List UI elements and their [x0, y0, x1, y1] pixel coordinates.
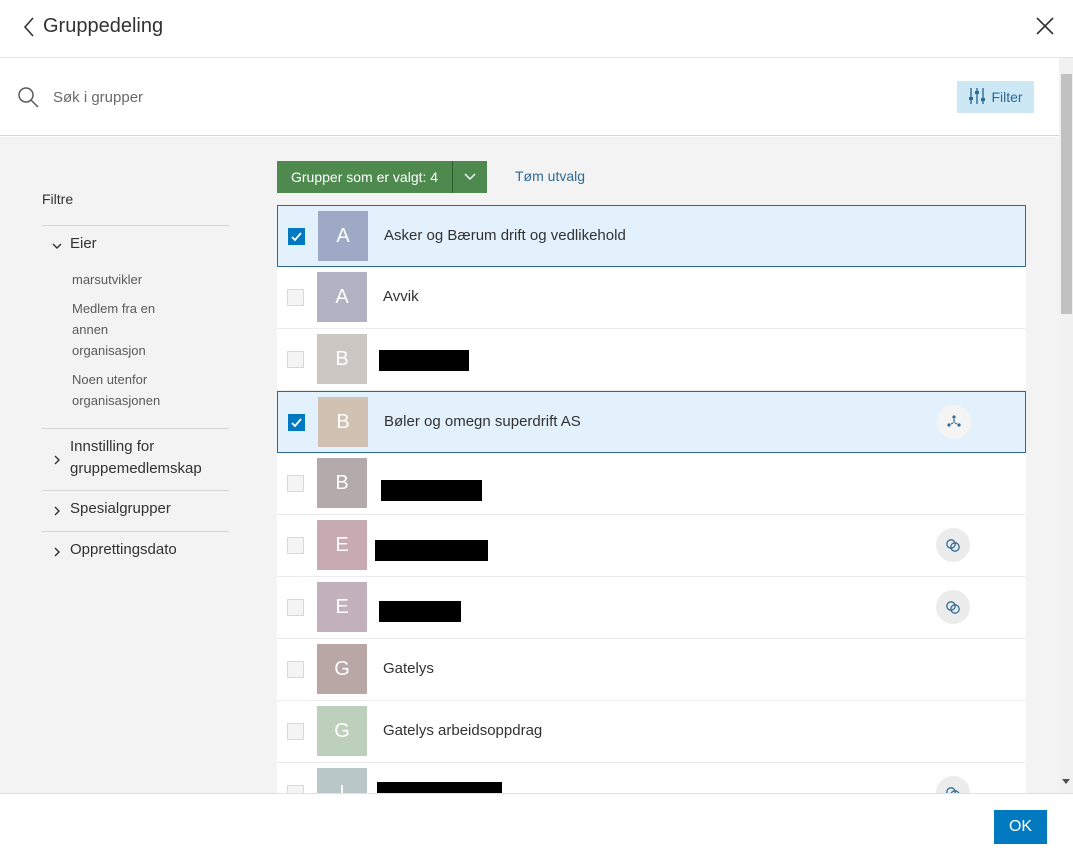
search-icon: [16, 85, 40, 109]
group-row[interactable]: B: [277, 329, 1026, 391]
redacted-name: [381, 480, 482, 501]
filter-section-eier[interactable]: Eier: [42, 233, 229, 255]
group-checkbox[interactable]: [287, 537, 304, 554]
group-checkbox[interactable]: [287, 723, 304, 740]
search-bar: Filter: [0, 58, 1059, 136]
scroll-down-arrow-icon[interactable]: [1062, 779, 1070, 784]
partnered-collab-icon: [937, 405, 971, 439]
filter-section-label: Opprettingsdato: [70, 541, 177, 558]
filter-button[interactable]: Filter: [957, 81, 1034, 113]
group-name: Asker og Bærum drift og vedlikehold: [384, 227, 626, 244]
chevron-right-icon: [51, 453, 63, 465]
selected-groups-dropdown[interactable]: [452, 161, 488, 193]
redacted-name: [375, 540, 488, 561]
group-thumbnail: B: [318, 397, 368, 447]
selection-controls: Grupper som er valgt: 4: [277, 161, 488, 193]
group-checkbox[interactable]: [288, 414, 305, 431]
group-checkbox[interactable]: [287, 599, 304, 616]
main-content: Filtre Eier marsutvikler Medlem fra en a…: [0, 137, 1059, 793]
group-row[interactable]: G Gatelys: [277, 639, 1026, 701]
filter-button-label: Filter: [991, 89, 1023, 105]
group-thumbnail: A: [318, 211, 368, 261]
search-input[interactable]: [53, 84, 913, 110]
group-name: Avvik: [383, 288, 419, 305]
group-row[interactable]: B Bøler og omegn superdrift AS: [277, 391, 1026, 453]
shared-update-icon: [936, 528, 970, 562]
group-thumbnail: E: [317, 520, 367, 570]
group-thumbnail: E: [317, 582, 367, 632]
dialog-footer: OK: [0, 793, 1073, 855]
group-thumbnail: B: [317, 334, 367, 384]
shared-update-icon: [936, 590, 970, 624]
filters-title: Filtre: [42, 191, 74, 207]
redacted-name: [379, 350, 469, 371]
filter-section-membership[interactable]: Innstilling for gruppemedlemskap: [42, 436, 229, 480]
filter-section-label: Innstilling for gruppemedlemskap: [70, 438, 202, 477]
group-thumbnail: G: [317, 706, 367, 756]
divider: [42, 490, 229, 491]
group-thumbnail: G: [317, 644, 367, 694]
group-row[interactable]: G Gatelys arbeidsoppdrag: [277, 701, 1026, 763]
group-checkbox[interactable]: [288, 228, 305, 245]
chevron-down-icon: [463, 170, 477, 185]
group-row[interactable]: E: [277, 515, 1026, 577]
close-icon[interactable]: [1032, 13, 1058, 39]
selected-groups-button[interactable]: Grupper som er valgt: 4: [277, 161, 453, 193]
redacted-name: [377, 782, 502, 793]
filter-option-other-org[interactable]: Medlem fra en annen organisasjon: [72, 298, 172, 361]
shared-update-icon: [936, 776, 970, 793]
group-name: Bøler og omegn superdrift AS: [384, 413, 581, 430]
group-row[interactable]: E: [277, 577, 1026, 639]
group-checkbox[interactable]: [287, 785, 304, 793]
group-checkbox[interactable]: [287, 475, 304, 492]
group-row[interactable]: I: [277, 763, 1026, 793]
scrollbar[interactable]: [1059, 58, 1073, 793]
back-icon[interactable]: [20, 14, 40, 40]
ok-button[interactable]: OK: [994, 810, 1047, 844]
group-thumbnail: A: [317, 272, 367, 322]
clear-selection-link[interactable]: Tøm utvalg: [515, 168, 585, 184]
chevron-down-icon: [51, 239, 63, 251]
filter-option-outside-org[interactable]: Noen utenfor organisasjonen: [72, 369, 192, 411]
group-thumbnail: B: [317, 458, 367, 508]
filter-section-label: Eier: [70, 235, 97, 252]
divider: [42, 531, 229, 532]
group-thumbnail: I: [317, 768, 367, 793]
redacted-name: [379, 601, 461, 622]
filter-section-created[interactable]: Opprettingsdato: [42, 539, 229, 561]
group-checkbox[interactable]: [287, 661, 304, 678]
sliders-icon: [968, 87, 986, 108]
group-name: Gatelys arbeidsoppdrag: [383, 722, 543, 739]
group-name: Gatelys: [383, 660, 434, 677]
filter-section-label: Spesialgrupper: [70, 500, 171, 517]
group-row[interactable]: A Asker og Bærum drift og vedlikehold: [277, 205, 1026, 267]
chevron-right-icon: [51, 504, 63, 516]
divider: [42, 225, 229, 226]
group-row[interactable]: B: [277, 453, 1026, 515]
scrollbar-thumb[interactable]: [1061, 74, 1072, 314]
group-row[interactable]: A Avvik: [277, 267, 1026, 329]
filter-section-special[interactable]: Spesialgrupper: [42, 498, 229, 520]
divider: [42, 428, 229, 429]
filter-option-marsutvikler[interactable]: marsutvikler: [72, 269, 222, 290]
group-checkbox[interactable]: [287, 351, 304, 368]
dialog-title: Gruppedeling: [43, 15, 164, 37]
group-checkbox[interactable]: [287, 289, 304, 306]
chevron-right-icon: [51, 545, 63, 557]
dialog-header: Gruppedeling: [0, 0, 1073, 58]
